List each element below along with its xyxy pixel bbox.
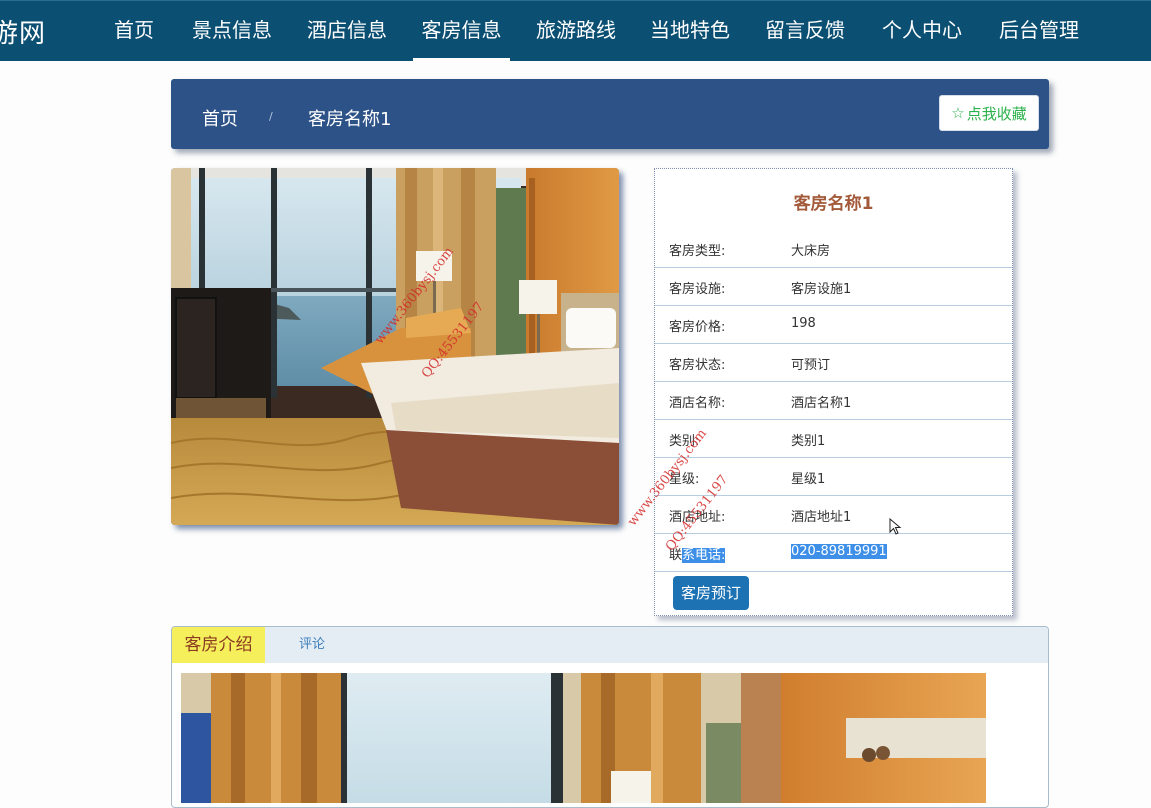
field-label-text: 联 bbox=[669, 548, 683, 563]
field-label: 客房类型: bbox=[669, 244, 726, 259]
top-navbar: 游网 首页 景点信息 酒店信息 客房信息 旅游路线 当地特色 留言反馈 个人中心… bbox=[0, 0, 1151, 61]
info-row-category: 类别: 类别1 bbox=[655, 419, 1012, 458]
field-value: 星级1 bbox=[791, 472, 826, 487]
field-label: 酒店名称: bbox=[669, 396, 726, 411]
field-label: 星级: bbox=[669, 472, 700, 487]
field-label: 客房设施: bbox=[669, 282, 726, 297]
info-row-address: 酒店地址: 酒店地址1 bbox=[655, 495, 1012, 534]
breadcrumb-separator: / bbox=[269, 110, 273, 123]
info-row-price: 客房价格: 198 bbox=[655, 305, 1012, 344]
tab-strip: 客房介绍 评论 bbox=[172, 627, 1048, 663]
nav-item-specialties[interactable]: 当地特色 bbox=[650, 1, 730, 61]
favorite-label: 点我收藏 bbox=[966, 104, 1027, 123]
selected-text: 系电话: bbox=[682, 548, 726, 563]
breadcrumb-current: 客房名称1 bbox=[308, 109, 392, 130]
nav-item-feedback[interactable]: 留言反馈 bbox=[765, 1, 845, 61]
field-label: 类别: bbox=[669, 434, 700, 449]
field-value: 酒店地址1 bbox=[791, 510, 852, 525]
info-row-hotel-name: 酒店名称: 酒店名称1 bbox=[655, 381, 1012, 420]
info-row-status: 客房状态: 可预订 bbox=[655, 343, 1012, 382]
breadcrumb-home-link[interactable]: 首页 bbox=[202, 105, 238, 131]
room-info-panel: 客房名称1 客房类型: 大床房 客房设施: 客房设施1 客房价格: 198 客房… bbox=[654, 168, 1013, 616]
info-row-room-type: 客房类型: 大床房 bbox=[655, 229, 1012, 268]
field-label: 客房价格: bbox=[669, 320, 726, 335]
field-value: 大床房 bbox=[791, 244, 831, 259]
nav-item-admin[interactable]: 后台管理 bbox=[999, 1, 1079, 61]
field-value: 可预订 bbox=[791, 358, 831, 373]
favorite-button[interactable]: ☆ 点我收藏 bbox=[939, 95, 1039, 131]
nav-item-routes[interactable]: 旅游路线 bbox=[536, 1, 616, 61]
field-label: 客房状态: bbox=[669, 358, 726, 373]
info-row-phone: 联系电话: 020-89819991 bbox=[655, 533, 1012, 572]
tab-comments[interactable]: 评论 bbox=[299, 627, 325, 663]
star-icon: ☆ bbox=[951, 104, 965, 122]
hotel-room-image bbox=[171, 168, 619, 525]
field-label: 联系电话: bbox=[669, 544, 726, 563]
nav-item-rooms[interactable]: 客房信息 bbox=[413, 1, 510, 61]
nav-item-user-center[interactable]: 个人中心 bbox=[882, 1, 962, 61]
nav-item-attractions[interactable]: 景点信息 bbox=[192, 1, 272, 61]
nav-item-home[interactable]: 首页 bbox=[113, 1, 155, 61]
detail-tabs: 客房介绍 评论 bbox=[171, 626, 1049, 808]
field-value: 客房设施1 bbox=[791, 282, 852, 297]
site-logo[interactable]: 游网 bbox=[0, 13, 46, 50]
tab-room-intro[interactable]: 客房介绍 bbox=[172, 627, 265, 663]
field-value: 020-89819991 bbox=[791, 544, 887, 559]
room-title: 客房名称1 bbox=[793, 194, 874, 214]
nav-item-hotels[interactable]: 酒店信息 bbox=[307, 1, 387, 61]
field-value: 类别1 bbox=[791, 434, 826, 449]
field-value: 酒店名称1 bbox=[791, 396, 852, 411]
book-room-button[interactable]: 客房预订 bbox=[673, 576, 749, 610]
field-label: 酒店地址: bbox=[669, 510, 726, 525]
hotel-room-image-large bbox=[181, 673, 986, 803]
mouse-cursor-icon bbox=[889, 517, 903, 540]
room-photo bbox=[171, 168, 619, 525]
breadcrumb: 首页 / 客房名称1 ☆ 点我收藏 bbox=[171, 79, 1049, 149]
field-value: 198 bbox=[791, 316, 816, 331]
info-row-star: 星级: 星级1 bbox=[655, 457, 1012, 496]
intro-photo bbox=[181, 673, 986, 803]
info-row-facilities: 客房设施: 客房设施1 bbox=[655, 267, 1012, 306]
